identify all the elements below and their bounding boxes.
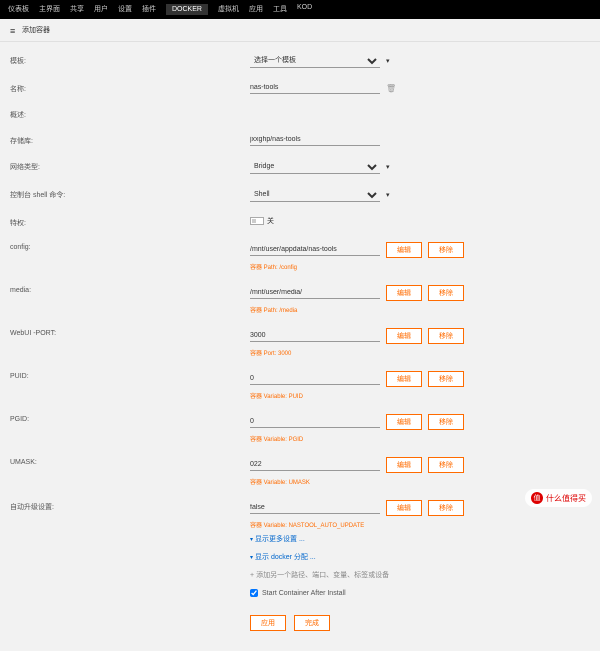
delete-button[interactable]: 移除 [428, 242, 464, 258]
label-shell: 控制台 shell 命令: [10, 188, 250, 200]
nav-item[interactable]: 仪表板 [8, 4, 29, 15]
shell-select[interactable]: Shell [250, 188, 380, 202]
delete-button[interactable]: 移除 [428, 285, 464, 301]
hint-config: 容器 Path: /config [250, 262, 590, 271]
chevron-down-icon: ▾ [250, 537, 253, 543]
plus-icon: + [250, 572, 254, 579]
hint-media: 容器 Path: /media [250, 305, 590, 314]
delete-button[interactable]: 移除 [428, 500, 464, 516]
repo-input[interactable] [250, 134, 380, 146]
pgid-input[interactable] [250, 416, 380, 428]
label-puid: PUID: [10, 371, 250, 380]
webui-input[interactable] [250, 330, 380, 342]
nav-item[interactable]: 主界面 [39, 4, 60, 15]
apply-button[interactable]: 应用 [250, 615, 286, 631]
watermark: 值 什么值得买 [525, 489, 592, 507]
nav-item[interactable]: 应用 [249, 4, 263, 15]
edit-button[interactable]: 编辑 [386, 371, 422, 387]
label-config: config: [10, 242, 250, 251]
label-media: media: [10, 285, 250, 294]
menu-icon [10, 26, 18, 34]
label-umask: UMASK: [10, 457, 250, 466]
template-select[interactable]: 选择一个模板 [250, 54, 380, 68]
edit-button[interactable]: 编辑 [386, 285, 422, 301]
label-template: 模板: [10, 54, 250, 66]
hint-pgid: 容器 Variable: PGID [250, 434, 590, 443]
done-button[interactable]: 完成 [294, 615, 330, 631]
priv-value: 关 [267, 216, 274, 226]
delete-button[interactable]: 移除 [428, 414, 464, 430]
hint-autoupdate: 容器 Variable: NASTOOL_AUTO_UPDATE [250, 520, 590, 529]
trash-icon[interactable]: 🗑 [386, 84, 396, 93]
delete-button[interactable]: 移除 [428, 371, 464, 387]
show-docker-link[interactable]: ▾显示 docker 分配 ... [250, 552, 590, 562]
edit-button[interactable]: 编辑 [386, 328, 422, 344]
chevron-down-icon: ▾ [250, 555, 253, 561]
top-nav: 仪表板 主界面 共享 用户 设置 插件 DOCKER 虚拟机 应用 工具 KOD [0, 0, 600, 19]
page-title: 添加容器 [22, 25, 50, 35]
media-input[interactable] [250, 287, 380, 299]
nav-item[interactable]: 插件 [142, 4, 156, 15]
nav-item-docker[interactable]: DOCKER [166, 4, 208, 15]
hint-webui: 容器 Port: 3000 [250, 348, 590, 357]
label-name: 名称: [10, 82, 250, 94]
delete-button[interactable]: 移除 [428, 457, 464, 473]
nav-item[interactable]: 设置 [118, 4, 132, 15]
config-input[interactable] [250, 244, 380, 256]
label-autoupdate: 自动升级设置: [10, 500, 250, 512]
show-more-link[interactable]: ▾显示更多设置 ... [250, 534, 590, 544]
chevron-down-icon: ▾ [386, 191, 390, 199]
nav-item[interactable]: KOD [297, 4, 312, 15]
network-select[interactable]: Bridge [250, 160, 380, 174]
chevron-down-icon: ▾ [386, 163, 390, 171]
edit-button[interactable]: 编辑 [386, 414, 422, 430]
label-webui: WebUI -PORT: [10, 328, 250, 337]
label-pgid: PGID: [10, 414, 250, 423]
chevron-down-icon: ▾ [386, 57, 390, 65]
start-container-label: Start Container After Install [262, 590, 346, 597]
autoupdate-input[interactable] [250, 502, 380, 514]
delete-button[interactable]: 移除 [428, 328, 464, 344]
add-path-link[interactable]: +添加另一个路径、端口、变量、标签或设备 [250, 570, 590, 580]
label-overview: 概述: [10, 108, 250, 120]
name-input[interactable] [250, 82, 380, 94]
label-network: 网络类型: [10, 160, 250, 172]
nav-item[interactable]: 用户 [94, 4, 108, 15]
page-header: 添加容器 [0, 19, 600, 42]
edit-button[interactable]: 编辑 [386, 457, 422, 473]
hint-puid: 容器 Variable: PUID [250, 391, 590, 400]
start-container-checkbox[interactable] [250, 589, 258, 597]
form: 模板: 选择一个模板 ▾ 名称: 🗑 概述: 存储库: 网络类型: Bridge… [0, 42, 600, 651]
nav-item[interactable]: 工具 [273, 4, 287, 15]
edit-button[interactable]: 编辑 [386, 500, 422, 516]
label-priv: 特权: [10, 216, 250, 228]
label-repo: 存储库: [10, 134, 250, 146]
edit-button[interactable]: 编辑 [386, 242, 422, 258]
nav-item[interactable]: 共享 [70, 4, 84, 15]
watermark-icon: 值 [531, 492, 543, 504]
watermark-text: 什么值得买 [546, 493, 586, 504]
umask-input[interactable] [250, 459, 380, 471]
priv-toggle[interactable] [250, 217, 264, 225]
puid-input[interactable] [250, 373, 380, 385]
nav-item[interactable]: 虚拟机 [218, 4, 239, 15]
hint-umask: 容器 Variable: UMASK [250, 477, 590, 486]
